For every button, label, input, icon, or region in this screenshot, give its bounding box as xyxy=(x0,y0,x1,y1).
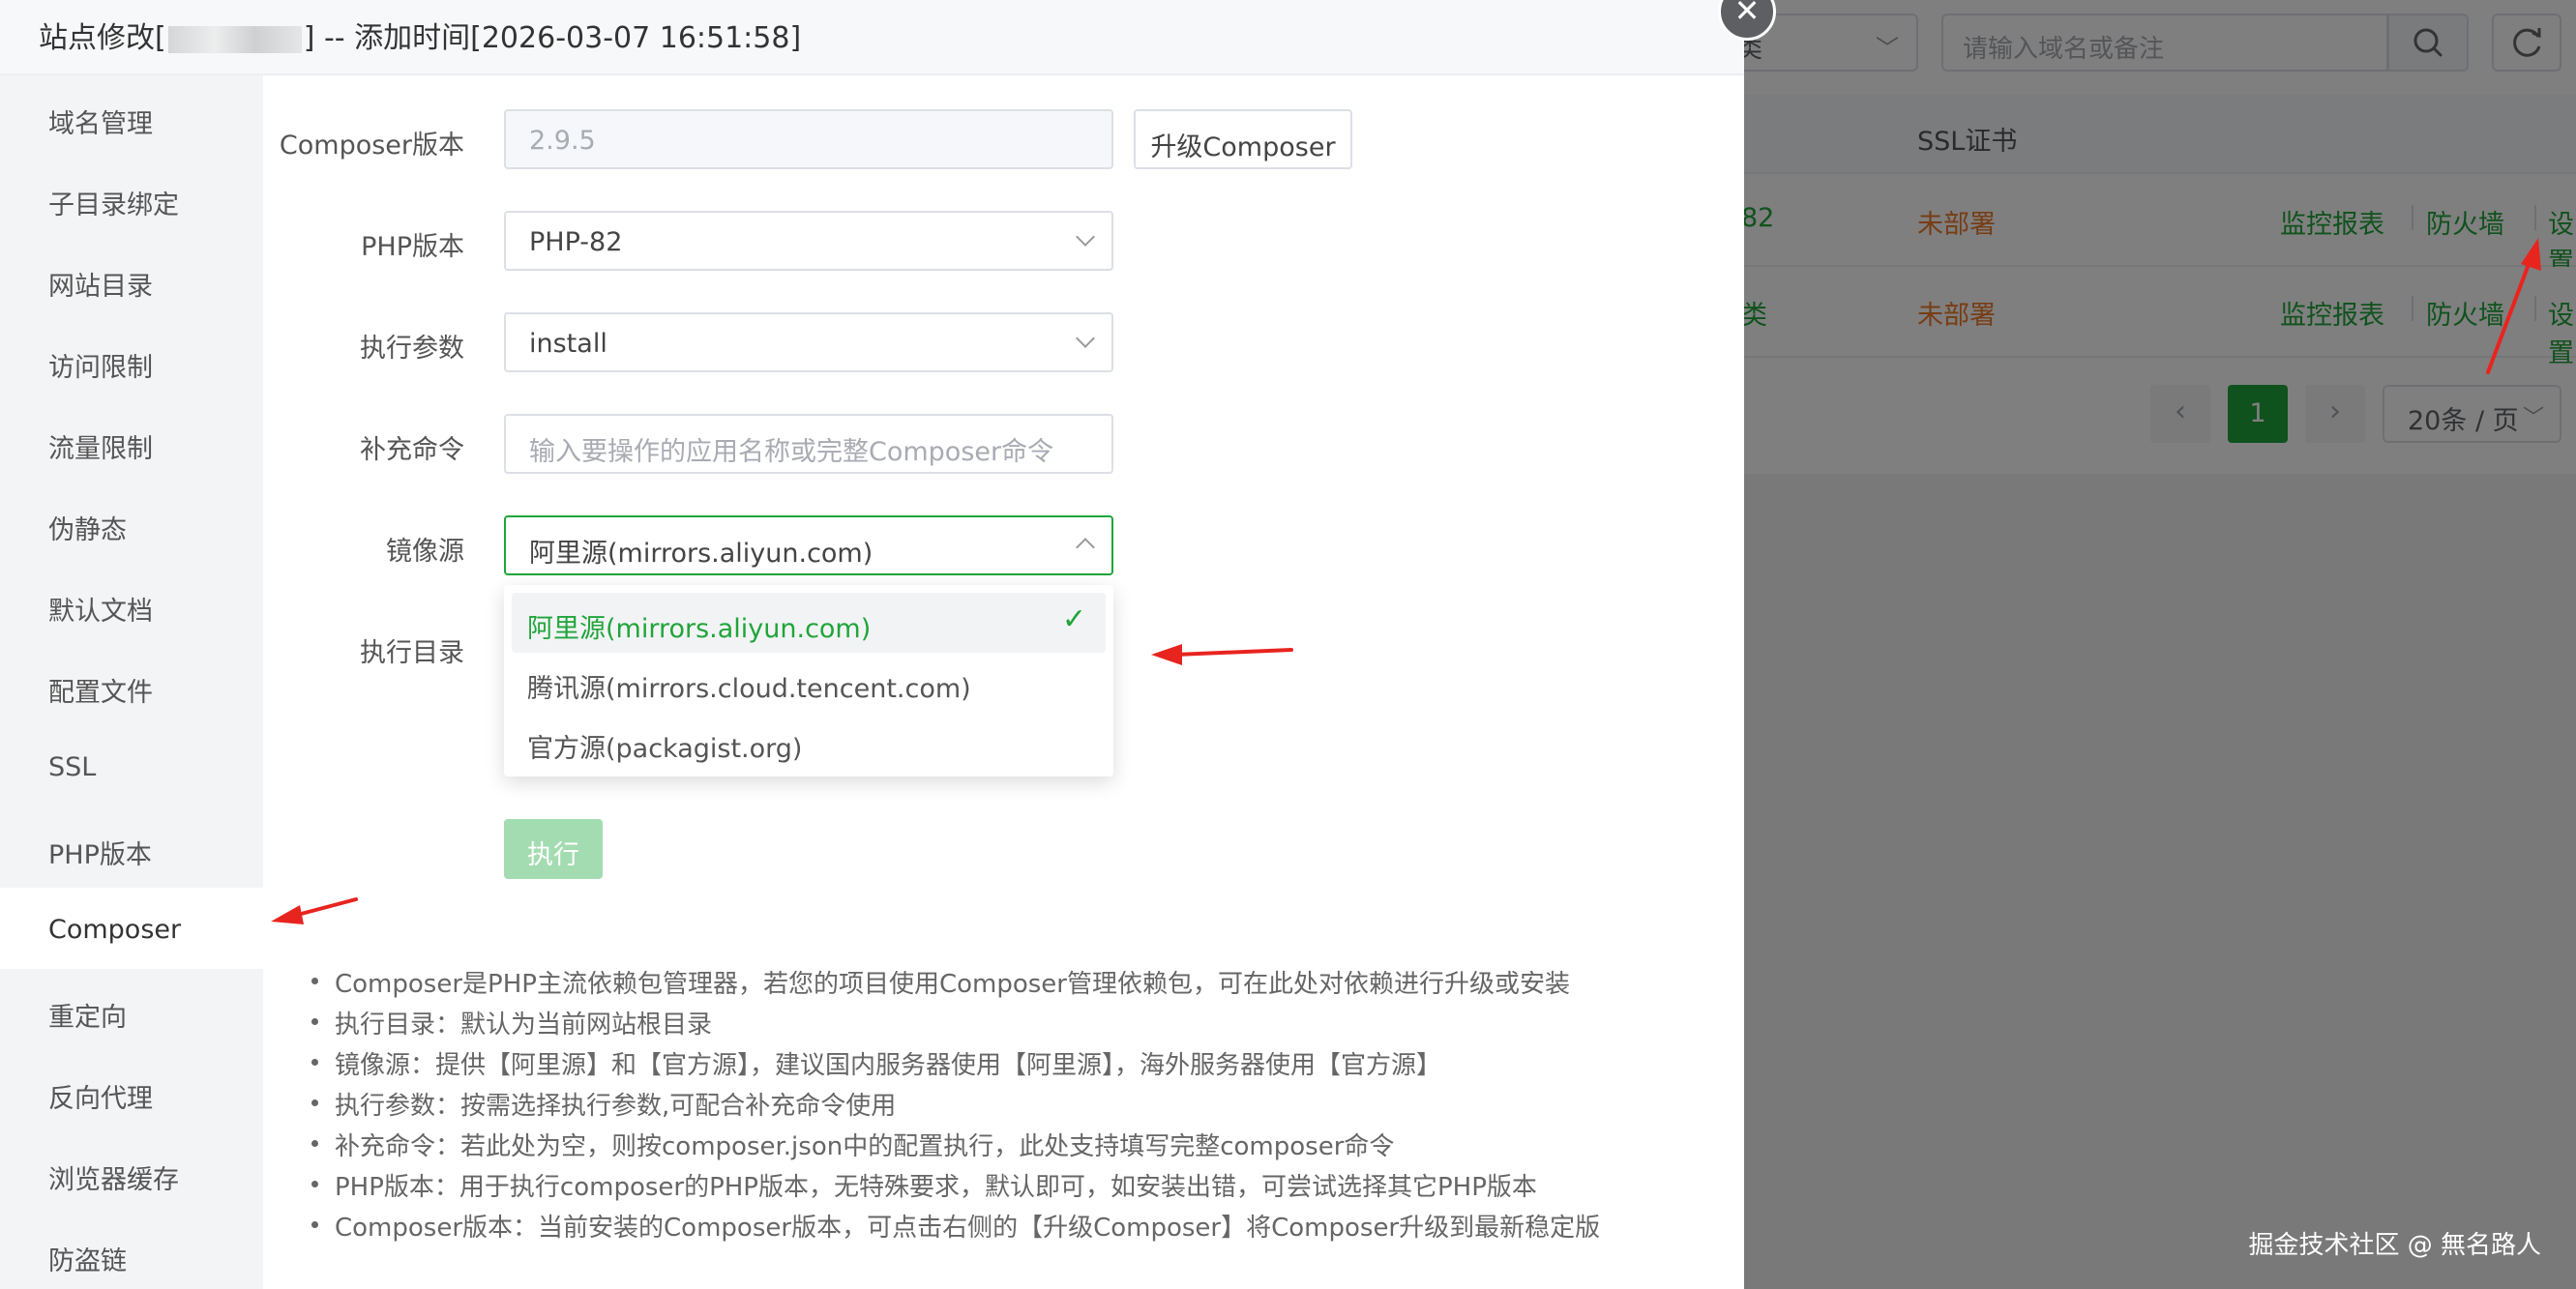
chevron-down-icon xyxy=(1076,538,1095,557)
tip-item: 执行目录：默认为当前网站根目录 xyxy=(308,1005,1600,1045)
sidebar-item-redirect[interactable]: 重定向 xyxy=(0,969,263,1050)
mirror-option-tencent[interactable]: 腾讯源(mirrors.cloud.tencent.com) xyxy=(512,653,1106,713)
tip-item: 镜像源：提供【阿里源】和【官方源】，建议国内服务器使用【阿里源】，海外服务器使用… xyxy=(308,1045,1600,1086)
sidebar-item-default-document[interactable]: 默认文档 xyxy=(0,563,263,644)
php-version-label: PHP版本 xyxy=(361,232,464,262)
sidebar-item-site-directory[interactable]: 网站目录 xyxy=(0,238,263,319)
tip-item: Composer是PHP主流依赖包管理器，若您的项目使用Composer管理依赖… xyxy=(308,964,1600,1005)
php-version-value: PHP-82 xyxy=(529,227,623,257)
sidebar-item-domain[interactable]: 域名管理 xyxy=(0,75,263,157)
extra-command-input[interactable]: 输入要操作的应用名称或完整Composer命令 xyxy=(504,414,1113,474)
tip-item: Composer版本：当前安装的Composer版本，可点击右侧的【升级Comp… xyxy=(308,1208,1600,1248)
tip-item: 补充命令：若此处为空，则按composer.json中的配置执行，此处支持填写完… xyxy=(308,1127,1600,1167)
sidebar-item-ssl[interactable]: SSL xyxy=(0,725,263,806)
watermark: 掘金技术社区 @ 無名路人 xyxy=(2248,1231,2541,1260)
sidebar-item-composer[interactable]: Composer xyxy=(0,888,263,969)
mirror-select[interactable]: 阿里源(mirrors.aliyun.com) xyxy=(504,515,1113,575)
site-edit-dialog: 站点修改[ ] -- 添加时间[2026-03-07 16:51:58] 域名管理… xyxy=(0,0,1744,1289)
tip-item: PHP版本：用于执行composer的PHP版本，无特殊要求，默认即可，如安装出… xyxy=(308,1167,1600,1208)
sidebar-item-php-version[interactable]: PHP版本 xyxy=(0,806,263,888)
sidebar-item-subdir-binding[interactable]: 子目录绑定 xyxy=(0,157,263,238)
php-version-select[interactable]: PHP-82 xyxy=(504,211,1113,271)
chevron-down-icon xyxy=(1076,329,1095,348)
chevron-down-icon xyxy=(1076,227,1095,247)
mirror-label: 镜像源 xyxy=(386,537,464,567)
upgrade-composer-button[interactable]: 升级Composer xyxy=(1134,109,1352,169)
exec-params-label: 执行参数 xyxy=(360,334,464,364)
mirror-value: 阿里源(mirrors.aliyun.com) xyxy=(529,539,873,569)
mirror-option-packagist[interactable]: 官方源(packagist.org) xyxy=(512,713,1106,773)
composer-version-label: Composer版本 xyxy=(279,131,464,161)
dialog-title-suffix: ] -- 添加时间[2026-03-07 16:51:58] xyxy=(303,21,802,55)
composer-version-field: 2.9.5 xyxy=(504,109,1113,169)
mirror-option-aliyun[interactable]: 阿里源(mirrors.aliyun.com) ✓ xyxy=(512,593,1106,653)
dialog-title-prefix: 站点修改[ xyxy=(39,21,166,55)
sidebar-item-config-file[interactable]: 配置文件 xyxy=(0,644,263,725)
exec-directory-label: 执行目录 xyxy=(360,638,464,668)
help-tips: Composer是PHP主流依赖包管理器，若您的项目使用Composer管理依赖… xyxy=(308,964,1600,1248)
tip-item: 执行参数：按需选择执行参数,可配合补充命令使用 xyxy=(308,1086,1600,1127)
sidebar-item-access-limit[interactable]: 访问限制 xyxy=(0,319,263,400)
mirror-option-label: 阿里源(mirrors.aliyun.com) xyxy=(527,614,872,644)
sidebar-item-browser-cache[interactable]: 浏览器缓存 xyxy=(0,1131,263,1213)
dialog-sidebar: 域名管理 子目录绑定 网站目录 访问限制 流量限制 伪静态 默认文档 配置文件 … xyxy=(0,75,263,1289)
extra-command-label: 补充命令 xyxy=(360,435,464,465)
checkmark-icon: ✓ xyxy=(1061,602,1086,636)
sidebar-item-traffic-limit[interactable]: 流量限制 xyxy=(0,400,263,482)
blurred-site-name xyxy=(167,25,302,53)
dialog-title: 站点修改[ ] -- 添加时间[2026-03-07 16:51:58] xyxy=(0,0,1744,75)
exec-params-value: install xyxy=(529,329,607,359)
exec-params-select[interactable]: install xyxy=(504,312,1113,372)
mirror-dropdown: 阿里源(mirrors.aliyun.com) ✓ 腾讯源(mirrors.cl… xyxy=(504,585,1113,776)
sidebar-item-reverse-proxy[interactable]: 反向代理 xyxy=(0,1050,263,1131)
sidebar-item-hotlink-protection[interactable]: 防盗链 xyxy=(0,1213,263,1289)
sidebar-item-rewrite[interactable]: 伪静态 xyxy=(0,482,263,563)
execute-button[interactable]: 执行 xyxy=(504,819,603,879)
